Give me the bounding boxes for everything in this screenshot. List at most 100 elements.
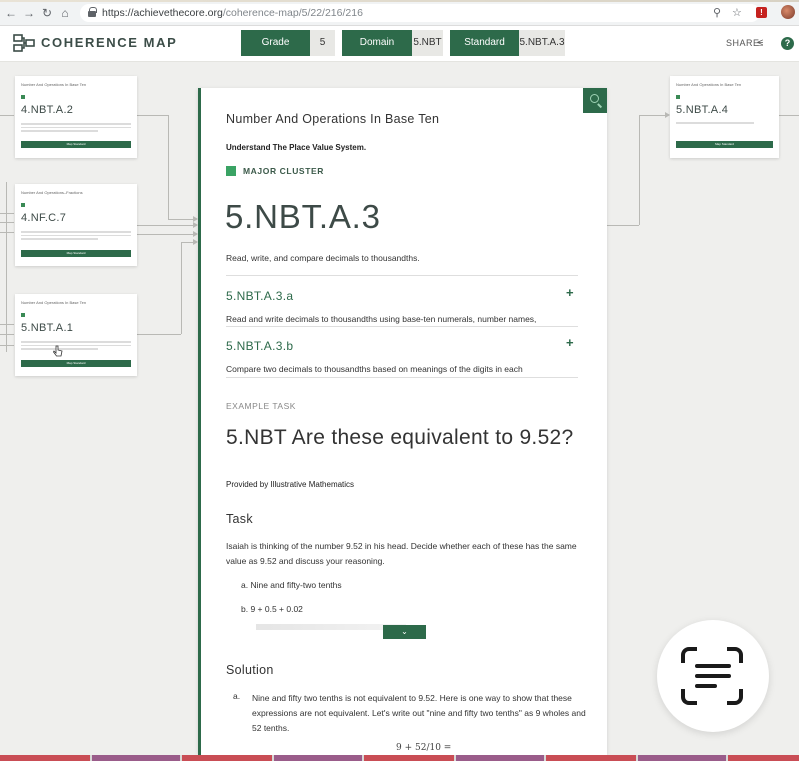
cluster-title: Number And Operations In Base Ten	[226, 112, 440, 126]
card-description	[21, 341, 131, 351]
card-standard-code: 5.NBT.A.4	[676, 104, 729, 116]
cluster-subtitle: Understand The Place Value System.	[226, 143, 367, 152]
scan-corner	[727, 689, 743, 705]
share-icon[interactable]: ⪬	[757, 37, 763, 50]
math-expression: 9 + 52/10 =	[396, 743, 452, 753]
extension-icon[interactable]: !	[756, 7, 767, 18]
connector-line	[0, 213, 14, 214]
task-body: Isaiah is thinking of the number 9.52 in…	[226, 541, 577, 566]
address-bar[interactable]: https://achievethecore.org/coherence-map…	[80, 4, 760, 22]
scan-corner	[727, 647, 743, 663]
grade-selector[interactable]: Grade	[241, 30, 310, 56]
substandard-desc-b: Compare two decimals to thousandths base…	[226, 364, 523, 374]
card-description	[676, 122, 773, 132]
scan-corner	[681, 647, 697, 663]
task-heading: Task	[226, 512, 253, 526]
major-cluster-marker	[21, 203, 25, 207]
standard-selector[interactable]: Standard	[450, 30, 519, 56]
map-card-4nbta2[interactable]: Number And Operations In Base Ten 4.NBT.…	[15, 76, 137, 158]
grade-value[interactable]: 5	[310, 30, 335, 56]
connector-line	[0, 115, 14, 116]
scan-text-button[interactable]	[657, 620, 769, 732]
connector-line	[779, 115, 799, 116]
card-description	[21, 123, 131, 133]
connector-line	[168, 115, 169, 219]
profile-avatar[interactable]	[781, 5, 795, 19]
home-icon[interactable]: ⌂	[58, 6, 72, 20]
map-card-4nfc7[interactable]: Number And Operations–Fractions 4.NF.C.7…	[15, 184, 137, 266]
task-title: 5.NBT Are these equivalent to 9.52?	[226, 426, 574, 449]
map-standard-button[interactable]: Map Standard	[21, 141, 131, 148]
zoom-icon[interactable]: ⚲	[713, 6, 721, 20]
help-button[interactable]: ?	[781, 37, 794, 50]
solution-heading: Solution	[226, 663, 274, 677]
cluster-type-label: MAJOR CLUSTER	[243, 166, 324, 176]
connector-line	[0, 232, 14, 233]
expand-plus-icon[interactable]: +	[566, 285, 574, 300]
connector-line	[639, 115, 665, 116]
major-cluster-marker	[21, 95, 25, 99]
standard-value[interactable]: 5.NBT.A.3	[519, 30, 565, 56]
connector-line	[137, 334, 181, 335]
scan-corner	[681, 689, 697, 705]
map-standard-button[interactable]: Map Standard	[21, 250, 131, 257]
major-cluster-icon	[226, 166, 236, 176]
app-header: COHERENCE MAP Grade 5 Domain 5.NBT Stand…	[0, 26, 799, 62]
mouse-cursor-icon	[53, 345, 63, 357]
connector-line	[607, 225, 639, 226]
bookmark-star-icon[interactable]: ☆	[732, 6, 742, 20]
url-text[interactable]: https://achievethecore.org/coherence-map…	[102, 7, 363, 19]
connector-line	[6, 182, 7, 352]
scan-line	[695, 664, 731, 668]
map-card-5nbta1[interactable]: Number And Operations In Base Ten 5.NBT.…	[15, 294, 137, 376]
card-title: Number And Operations–Fractions	[21, 190, 83, 195]
connector-line	[168, 219, 193, 220]
card-standard-code: 5.NBT.A.1	[21, 322, 74, 334]
connector-line	[0, 324, 14, 325]
card-description	[21, 231, 131, 241]
magnifier-icon	[590, 94, 599, 103]
zoom-to-standard-button[interactable]	[583, 88, 607, 113]
back-icon[interactable]: ←	[4, 6, 18, 20]
map-standard-button[interactable]: Map Standard	[676, 141, 773, 148]
card-standard-code: 4.NF.C.7	[21, 212, 67, 224]
app-title[interactable]: COHERENCE MAP	[41, 35, 177, 50]
connector-line	[137, 115, 168, 116]
connector-line	[137, 225, 193, 226]
connector-line	[137, 234, 193, 235]
expand-task-button[interactable]: ⌄	[383, 625, 426, 639]
map-card-5nbta4[interactable]: Number And Operations In Base Ten 5.NBT.…	[670, 76, 779, 158]
domain-selector[interactable]: Domain	[342, 30, 412, 56]
substandard-code-a[interactable]: 5.NBT.A.3.a	[226, 289, 293, 303]
task-item: a. Nine and fifty-two tenths	[241, 580, 342, 590]
standard-detail-panel[interactable]: Number And Operations In Base Ten Unders…	[198, 88, 607, 755]
share-button[interactable]: SHARE	[726, 38, 760, 48]
connector-line	[181, 242, 193, 243]
domain-value[interactable]: 5.NBT	[412, 30, 443, 56]
connector-line	[0, 222, 14, 223]
expand-plus-icon[interactable]: +	[566, 335, 574, 350]
lock-icon	[88, 7, 97, 17]
map-standard-button[interactable]: Map Standard	[21, 360, 131, 367]
divider	[226, 275, 578, 276]
major-cluster-marker	[21, 313, 25, 317]
tab-strip-edge	[0, 0, 799, 2]
example-task-label: EXAMPLE TASK	[226, 401, 296, 411]
card-standard-code: 4.NBT.A.2	[21, 104, 74, 116]
task-provider: Provided by Illustrative Mathematics	[226, 480, 355, 489]
card-title: Number And Operations In Base Ten	[21, 82, 87, 87]
connector-line	[181, 242, 182, 334]
solution-marker: a.	[233, 691, 241, 701]
scan-line	[695, 674, 731, 678]
substandard-code-b[interactable]: 5.NBT.A.3.b	[226, 339, 293, 353]
divider	[226, 377, 578, 378]
forward-icon[interactable]: →	[22, 6, 36, 20]
solution-body: Nine and fifty two tenths is not equival…	[252, 693, 586, 733]
standard-description: Read, write, and compare decimals to tho…	[226, 253, 420, 263]
taskbar-strip	[0, 755, 799, 761]
reload-icon[interactable]: ↻	[40, 6, 54, 20]
card-title: Number And Operations In Base Ten	[21, 300, 87, 305]
connector-line	[0, 345, 14, 346]
connector-line	[639, 115, 640, 225]
divider	[226, 326, 578, 327]
